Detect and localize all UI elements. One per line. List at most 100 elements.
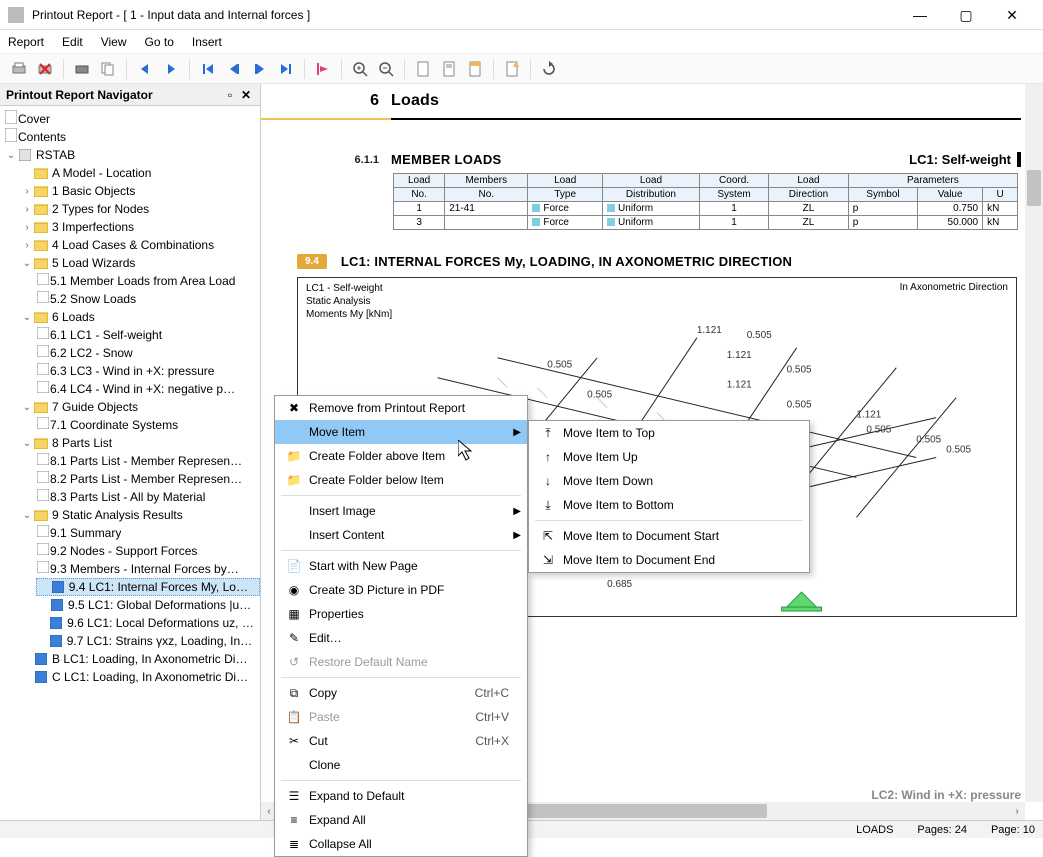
first-page-icon[interactable] (197, 58, 219, 80)
prev-arrow-icon[interactable] (134, 58, 156, 80)
ctx-cut[interactable]: ✂CutCtrl+X (275, 729, 527, 753)
ctx-remove[interactable]: ✖Remove from Printout Report (275, 396, 527, 420)
last-page-icon[interactable] (275, 58, 297, 80)
tree-6-3[interactable]: 6.3 LC3 - Wind in +X: pressure (36, 362, 260, 380)
tree-9-4[interactable]: 9.4 LC1: Internal Forces My, Loa… (36, 578, 260, 596)
prev-page-icon[interactable] (223, 58, 245, 80)
status-page: Page: 10 (991, 824, 1035, 836)
member-loads-table: Load Members Load Load Coord. Load Param… (393, 173, 1018, 230)
tree-9-1[interactable]: 9.1 Summary (36, 524, 260, 542)
sub-move-bottom[interactable]: ⤓Move Item to Bottom (529, 493, 809, 517)
tree-5-1[interactable]: 5.1 Member Loads from Area Load (36, 272, 260, 290)
ctx-properties[interactable]: ▦Properties (275, 602, 527, 626)
tree-8-3[interactable]: 8.3 Parts List - All by Material (36, 488, 260, 506)
toolbar (0, 54, 1043, 84)
ctx-create-folder-above[interactable]: 📁Create Folder above Item (275, 444, 527, 468)
sub-move-doc-end[interactable]: ⇲Move Item to Document End (529, 548, 809, 572)
minimize-button[interactable]: — (897, 0, 943, 30)
page-edit-icon[interactable] (438, 58, 460, 80)
tree-7-1[interactable]: 7.1 Coordinate Systems (36, 416, 260, 434)
menu-edit[interactable]: Edit (62, 35, 83, 49)
scroll-thumb[interactable] (1027, 170, 1041, 206)
tree-5-loadwiz[interactable]: ⌄5 Load Wizards (20, 254, 260, 272)
table-row: 3 Force Uniform 1 ZL p 50.000 kN (394, 216, 1018, 230)
navigator-close-icon[interactable]: ✕ (238, 88, 254, 102)
tree-8-parts[interactable]: ⌄8 Parts List (20, 434, 260, 452)
ctx-expand-default[interactable]: ☰Expand to Default (275, 784, 527, 808)
ctx-create-3d-pdf[interactable]: ◉Create 3D Picture in PDF (275, 578, 527, 602)
sub-move-up[interactable]: ↑Move Item Up (529, 445, 809, 469)
status-pages: Pages: 24 (917, 824, 967, 836)
page-header-icon[interactable] (464, 58, 486, 80)
tree-6-4[interactable]: 6.4 LC4 - Wind in +X: negative p… (36, 380, 260, 398)
ctx-move-item[interactable]: Move Item▶ (275, 420, 527, 444)
tree-2-types[interactable]: ›2 Types for Nodes (20, 200, 260, 218)
tree-8-2[interactable]: 8.2 Parts List - Member Represen… (36, 470, 260, 488)
chevron-right-icon: ▶ (513, 427, 521, 438)
tree-contents[interactable]: Contents (4, 128, 260, 146)
tree-9-2[interactable]: 9.2 Nodes - Support Forces (36, 542, 260, 560)
close-button[interactable]: ✕ (989, 0, 1035, 30)
tree-6-1[interactable]: 6.1 LC1 - Self-weight (36, 326, 260, 344)
svg-text:0.505: 0.505 (916, 435, 941, 446)
section-94-title: LC1: INTERNAL FORCES My, LOADING, IN AXO… (341, 254, 792, 269)
tree-c[interactable]: C LC1: Loading, In Axonometric Direc… (20, 668, 260, 686)
tree-9-3[interactable]: 9.3 Members - Internal Forces by… (36, 560, 260, 578)
context-menu: ✖Remove from Printout Report Move Item▶ … (274, 395, 528, 857)
ctx-clone[interactable]: Clone (275, 753, 527, 777)
next-arrow-icon[interactable] (160, 58, 182, 80)
next-page-icon[interactable] (249, 58, 271, 80)
tree-3-imperf[interactable]: ›3 Imperfections (20, 218, 260, 236)
print-cancel-icon[interactable] (34, 58, 56, 80)
arrow-bottom-icon: ⤓ (537, 498, 559, 513)
sub-move-doc-start[interactable]: ⇱Move Item to Document Start (529, 524, 809, 548)
sub-move-down[interactable]: ↓Move Item Down (529, 469, 809, 493)
tree-9-static[interactable]: ⌄9 Static Analysis Results (20, 506, 260, 524)
menu-goto[interactable]: Go to (145, 35, 174, 49)
tree-9-6[interactable]: 9.6 LC1: Local Deformations uz, L… (36, 614, 260, 632)
tree-6-loads[interactable]: ⌄6 Loads (20, 308, 260, 326)
maximize-button[interactable]: ▢ (943, 0, 989, 30)
ctx-copy[interactable]: ⧉CopyCtrl+C (275, 681, 527, 705)
navigator-tree[interactable]: Cover Contents ⌄RSTAB A Model - Location… (0, 106, 260, 820)
vertical-scrollbar[interactable] (1025, 84, 1043, 802)
tree-6-2[interactable]: 6.2 LC2 - Snow (36, 344, 260, 362)
tree-9-5[interactable]: 9.5 LC1: Global Deformations |u|… (36, 596, 260, 614)
new-page-icon[interactable] (501, 58, 523, 80)
zoom-out-icon[interactable] (375, 58, 397, 80)
scroll-right-icon[interactable]: › (1009, 806, 1025, 817)
loadcase-label: LC1: Self-weight (909, 152, 1021, 167)
print-all-icon[interactable] (71, 58, 93, 80)
refresh-icon[interactable] (538, 58, 560, 80)
navigator-title: Printout Report Navigator (6, 88, 153, 102)
tree-rstab[interactable]: ⌄RSTAB (4, 146, 260, 164)
tree-7-guide[interactable]: ⌄7 Guide Objects (20, 398, 260, 416)
print-icon[interactable] (8, 58, 30, 80)
menu-view[interactable]: View (101, 35, 127, 49)
ctx-collapse-all[interactable]: ≣Collapse All (275, 832, 527, 856)
tree-a-model[interactable]: A Model - Location (20, 164, 260, 182)
page-setup-icon[interactable] (412, 58, 434, 80)
ctx-edit[interactable]: ✎Edit… (275, 626, 527, 650)
tree-cover[interactable]: Cover (4, 110, 260, 128)
multi-doc-icon[interactable] (97, 58, 119, 80)
tree-5-2[interactable]: 5.2 Snow Loads (36, 290, 260, 308)
expand-all-icon: ≡ (283, 813, 305, 827)
tree-1-basic[interactable]: ›1 Basic Objects (20, 182, 260, 200)
ctx-create-folder-below[interactable]: 📁Create Folder below Item (275, 468, 527, 492)
navigator-panel: Printout Report Navigator ▫ ✕ Cover Cont… (0, 84, 261, 820)
zoom-in-icon[interactable] (349, 58, 371, 80)
ctx-insert-content[interactable]: Insert Content▶ (275, 523, 527, 547)
ctx-expand-all[interactable]: ≡Expand All (275, 808, 527, 832)
ctx-insert-image[interactable]: Insert Image▶ (275, 499, 527, 523)
ctx-start-new-page[interactable]: 📄Start with New Page (275, 554, 527, 578)
tree-9-7[interactable]: 9.7 LC1: Strains γxz, Loading, In A… (36, 632, 260, 650)
menu-insert[interactable]: Insert (192, 35, 222, 49)
navigator-pin-icon[interactable]: ▫ (222, 88, 238, 102)
tree-8-1[interactable]: 8.1 Parts List - Member Represen… (36, 452, 260, 470)
tree-4-loadcases[interactable]: ›4 Load Cases & Combinations (20, 236, 260, 254)
menu-report[interactable]: Report (8, 35, 44, 49)
goto-page-icon[interactable] (312, 58, 334, 80)
tree-b[interactable]: B LC1: Loading, In Axonometric Direc… (20, 650, 260, 668)
sub-move-top[interactable]: ⤒Move Item to Top (529, 421, 809, 445)
